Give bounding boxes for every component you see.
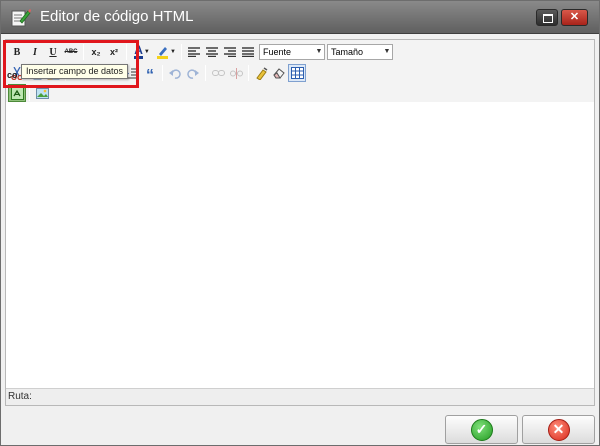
- redo-icon: [187, 68, 199, 79]
- image-icon: [35, 87, 49, 99]
- toolbar-separator: [181, 44, 182, 60]
- cleanup-button[interactable]: [252, 64, 270, 82]
- chevron-down-icon: ▼: [315, 48, 323, 55]
- cancel-x-icon: ✕: [547, 418, 570, 441]
- justify-icon: [242, 47, 254, 57]
- chevron-down-icon: ▼: [170, 49, 176, 55]
- font-family-select[interactable]: Fuente ▼: [259, 44, 325, 60]
- status-bar: Ruta:: [6, 388, 594, 405]
- blockquote-icon: “: [146, 67, 154, 84]
- editor-panel: B I U ABC x₂ x² A ▼ ▼ Fuente ▼ Tamaño ▼ …: [5, 39, 595, 406]
- justify-button[interactable]: [239, 43, 257, 61]
- restore-button[interactable]: [536, 9, 558, 26]
- toolbar-separator: [162, 65, 163, 81]
- align-left-button[interactable]: [185, 43, 203, 61]
- font-size-select[interactable]: Tamaño ▼: [327, 44, 393, 60]
- toolbar-separator: [248, 65, 249, 81]
- align-right-icon: [224, 47, 236, 57]
- checkmark-icon: ✓: [470, 418, 493, 441]
- highlighter-icon: [157, 47, 169, 59]
- align-left-icon: [188, 47, 200, 57]
- blockquote-button[interactable]: “: [141, 64, 159, 84]
- path-label: Ruta:: [8, 391, 32, 402]
- close-icon: ✕: [569, 11, 580, 23]
- data-field-icon: [10, 86, 24, 100]
- cancel-button[interactable]: ✕: [522, 415, 595, 444]
- redo-button[interactable]: [184, 64, 202, 82]
- link-button[interactable]: [209, 64, 227, 82]
- table-icon: [290, 67, 304, 79]
- unlink-button[interactable]: [227, 64, 245, 82]
- font-size-value: Tamaño: [331, 47, 364, 57]
- table-button[interactable]: [288, 64, 306, 82]
- cleanup-icon: [255, 66, 267, 80]
- font-family-value: Fuente: [263, 47, 292, 57]
- unlink-icon: [229, 67, 243, 79]
- eraser-button[interactable]: [270, 64, 288, 82]
- eraser-icon: [272, 68, 285, 79]
- undo-button[interactable]: [166, 64, 184, 82]
- accept-button[interactable]: ✓: [445, 415, 518, 444]
- toolbar-separator: [205, 65, 206, 81]
- undo-icon: [169, 68, 181, 79]
- align-center-button[interactable]: [203, 43, 221, 61]
- align-center-icon: [206, 47, 218, 57]
- chevron-down-icon: ▼: [383, 48, 391, 55]
- html-content-area[interactable]: [6, 102, 594, 388]
- html-editor-window: Editor de código HTML ✕ B I U ABC x₂ x² …: [0, 0, 600, 446]
- close-button[interactable]: ✕: [561, 9, 588, 26]
- chevron-down-icon: ▼: [143, 49, 150, 55]
- title-bar[interactable]: Editor de código HTML ✕: [1, 1, 599, 34]
- pencil-notepad-icon: [11, 9, 31, 27]
- tooltip: Insertar campo de datos: [21, 64, 129, 79]
- link-icon: [211, 70, 225, 76]
- align-right-button[interactable]: [221, 43, 239, 61]
- window-title: Editor de código HTML: [40, 8, 194, 25]
- highlight-color-button[interactable]: ▼: [154, 43, 178, 61]
